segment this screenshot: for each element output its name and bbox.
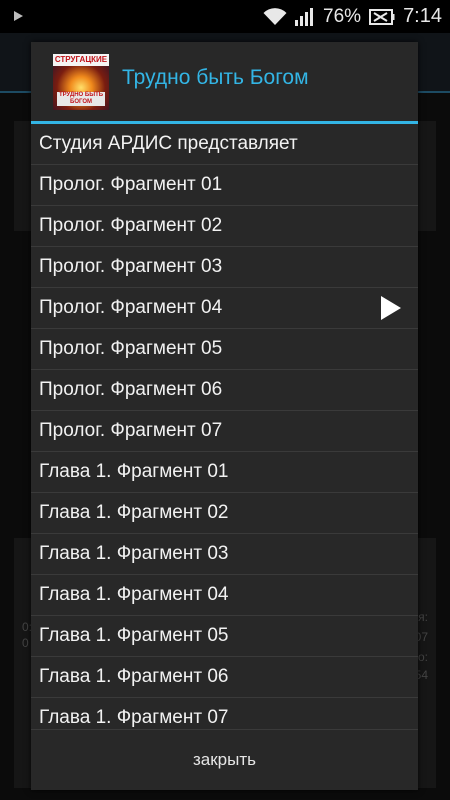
list-item[interactable]: Глава 1. Фрагмент 05 [31,616,418,657]
track-label: Студия АРДИС представляет [39,133,298,154]
track-label: Пролог. Фрагмент 02 [39,215,223,236]
track-label: Глава 1. Фрагмент 04 [39,584,229,605]
list-item[interactable]: Пролог. Фрагмент 07 [31,411,418,452]
track-label: Глава 1. Фрагмент 06 [39,666,229,687]
background-text: о: [417,650,428,664]
list-item[interactable]: Пролог. Фрагмент 05 [31,329,418,370]
list-item[interactable]: Глава 1. Фрагмент 04 [31,575,418,616]
battery-percent: 76% [323,5,362,27]
track-label: Глава 1. Фрагмент 05 [39,625,229,646]
close-button[interactable]: закрыть [31,730,418,790]
list-item[interactable]: Пролог. Фрагмент 06 [31,370,418,411]
track-label: Пролог. Фрагмент 03 [39,256,223,277]
list-item[interactable]: Пролог. Фрагмент 03 [31,247,418,288]
play-icon [14,11,23,21]
track-label: Глава 1. Фрагмент 01 [39,461,229,482]
cover-title: ТРУДНО БЫТЬ БОГОМ [57,92,105,106]
status-bar: 76% 7:14 [0,0,450,33]
list-item[interactable]: Глава 1. Фрагмент 02 [31,493,418,534]
track-list[interactable]: Студия АРДИС представляет Пролог. Фрагме… [31,124,418,729]
clock: 7:14 [403,5,442,27]
track-label: Глава 1. Фрагмент 03 [39,543,229,564]
signal-icon [295,7,314,26]
track-label: Пролог. Фрагмент 07 [39,420,223,441]
battery-icon [369,8,395,25]
track-list-dialog: СТРУГАЦКИЕ ТРУДНО БЫТЬ БОГОМ Трудно быть… [31,42,418,790]
list-item[interactable]: Глава 1. Фрагмент 07 [31,698,418,729]
book-cover-image: СТРУГАЦКИЕ ТРУДНО БЫТЬ БОГОМ [53,54,109,110]
list-item[interactable]: Студия АРДИС представляет [31,124,418,165]
track-label: Пролог. Фрагмент 05 [39,338,223,359]
track-label: Пролог. Фрагмент 06 [39,379,223,400]
play-icon [381,296,401,320]
cover-author: СТРУГАЦКИЕ [53,54,109,66]
track-label: Пролог. Фрагмент 01 [39,174,223,195]
list-item[interactable]: Пролог. Фрагмент 02 [31,206,418,247]
track-label: Пролог. Фрагмент 04 [39,297,223,318]
status-icons: 76% 7:14 [263,0,442,33]
dialog-header: СТРУГАЦКИЕ ТРУДНО БЫТЬ БОГОМ Трудно быть… [31,42,418,122]
list-item[interactable]: Глава 1. Фрагмент 01 [31,452,418,493]
list-item-current[interactable]: Пролог. Фрагмент 04 [31,288,418,329]
wifi-icon [263,7,287,25]
list-item[interactable]: Глава 1. Фрагмент 06 [31,657,418,698]
list-item[interactable]: Глава 1. Фрагмент 03 [31,534,418,575]
track-label: Глава 1. Фрагмент 02 [39,502,229,523]
list-item[interactable]: Пролог. Фрагмент 01 [31,165,418,206]
dialog-title: Трудно быть Богом [122,66,309,89]
background-text: 0 [22,636,29,650]
track-label: Глава 1. Фрагмент 07 [39,707,229,728]
